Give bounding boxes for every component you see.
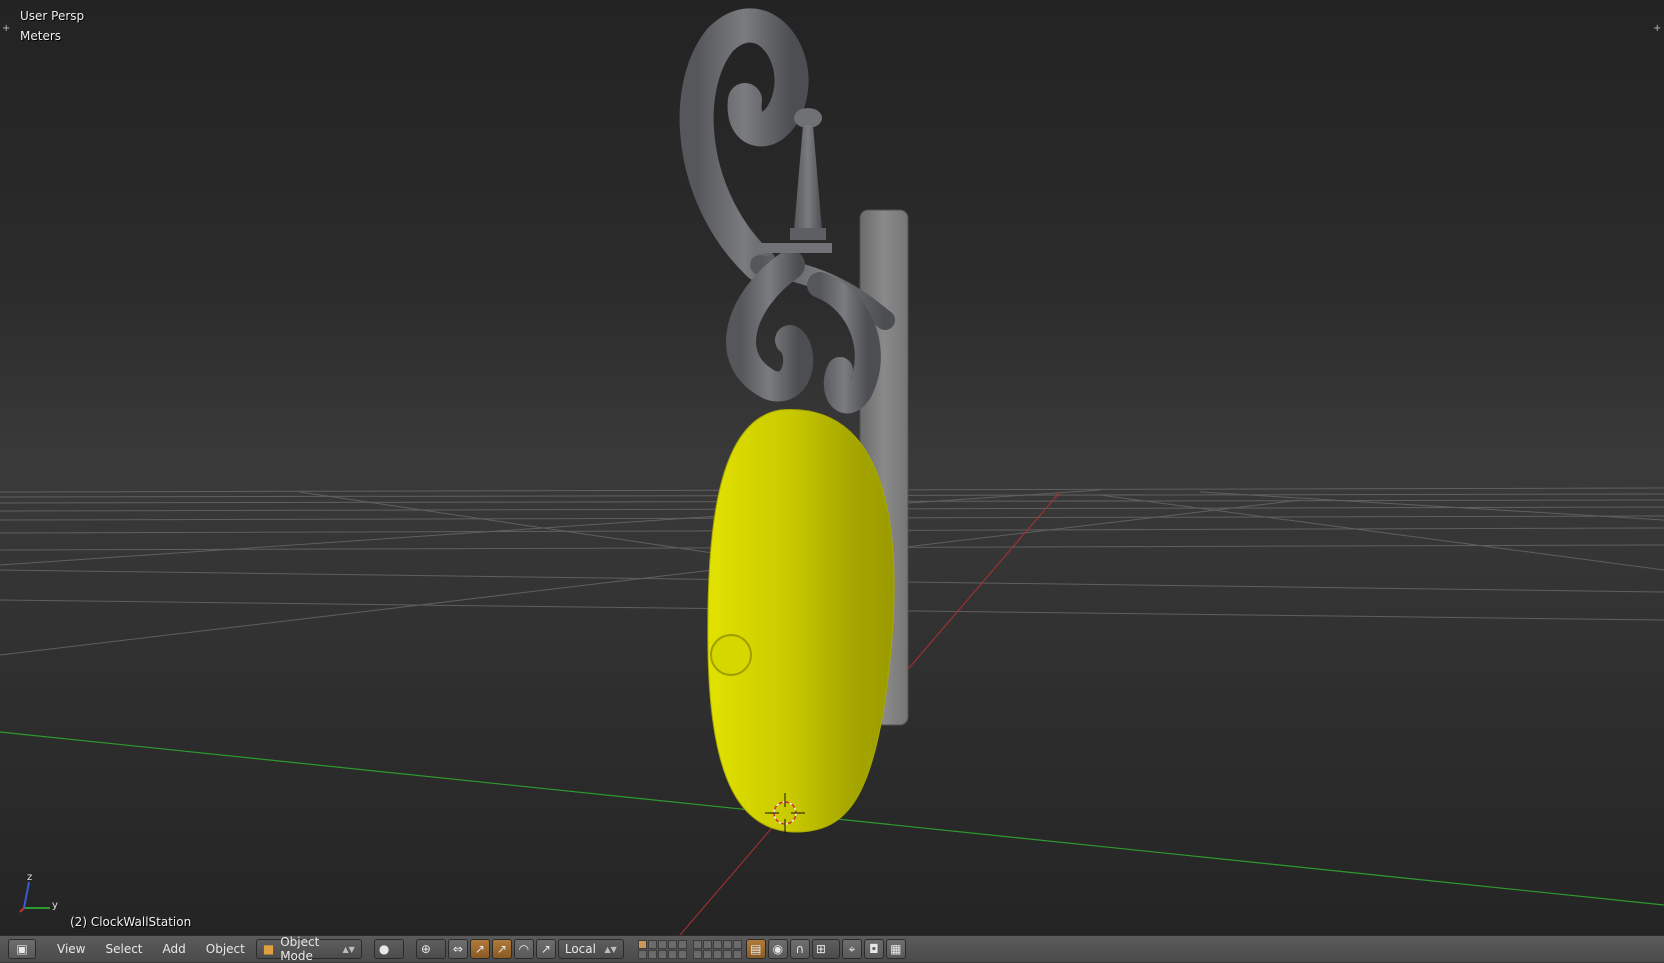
proportional-edit-button[interactable]: ◉ [767,939,788,959]
solid-shading-icon: ● [378,942,390,956]
snap-target-select[interactable]: ⊞ [811,939,840,959]
layer-button[interactable] [667,939,677,949]
layer-button[interactable] [647,949,657,959]
snap-icon: ∩ [795,942,805,956]
layer-button[interactable] [732,949,742,959]
menu-object[interactable]: Object [197,939,254,959]
layer-button[interactable] [647,939,657,949]
scale-icon: ◠ [518,942,530,956]
pivot-select[interactable]: ⊕ [415,939,446,959]
menu-select[interactable]: Select [96,939,151,959]
snap-button[interactable]: ∩ [789,939,810,959]
layer-button[interactable] [722,949,732,959]
scale-extra-toggle[interactable]: ↗ [535,939,556,959]
shading-select[interactable]: ● [373,939,404,959]
scene-layers-b[interactable] [692,939,742,959]
chevron-updown-icon: ▲▼ [604,944,617,954]
layer-button[interactable] [657,939,667,949]
editor-type-button[interactable]: ▣ [8,939,36,959]
manipulator-icon: ⇔ [452,942,463,956]
layer-button[interactable] [677,939,687,949]
layer-button[interactable] [712,949,722,959]
lock-camera-icon: ▤ [750,942,762,956]
layer-button[interactable] [722,939,732,949]
axis-gizmo: y z [19,872,58,913]
3d-view-icon: ▣ [16,942,28,956]
layer-button[interactable] [657,949,667,959]
mode-label: Object Mode [280,935,320,963]
axis-gizmo-y-label: y [52,900,58,911]
layer-button[interactable] [732,939,742,949]
layer-button[interactable] [712,939,722,949]
units-label: Meters [20,29,62,43]
clock-wall-station-selected[interactable] [707,409,895,833]
corner-plus-right-icon[interactable]: + [1653,23,1661,34]
render-anim-icon: ▦ [890,942,902,956]
snap-target-icon: ⊞ [815,942,826,956]
render-anim-button[interactable]: ▦ [885,939,906,959]
layer-button[interactable] [637,949,647,959]
axis-gizmo-z-label: z [27,872,32,883]
bracket [679,8,895,414]
proportional-edit-icon: ◉ [772,942,784,956]
view-label: User Persp [20,9,85,23]
lock-camera-button[interactable]: ▤ [745,939,766,959]
layer-button[interactable] [702,949,712,959]
active-object-label: (2) ClockWallStation [70,915,192,929]
layer-button[interactable] [702,939,712,949]
chevron-updown-icon: ▲▼ [342,944,355,954]
transform-orientation-select[interactable]: Local ▲▼ [557,939,624,959]
layer-button[interactable] [692,939,702,949]
layer-button[interactable] [637,939,647,949]
viewport-header: ▣ View Select Add Object ■ Object Mode ▲… [0,935,1664,963]
render-icon: ◘ [869,942,879,956]
manipulator-toggle[interactable]: ⇔ [447,939,468,959]
snap-element-button[interactable]: ⌖ [841,939,862,959]
rotate-toggle[interactable]: ↗ [491,939,512,959]
pivot-point-icon: ⊕ [420,942,431,956]
layer-button[interactable] [667,949,677,959]
scene-render[interactable]: y z + + [0,0,1664,935]
transform-orientation-label: Local [564,942,596,956]
scale-toggle[interactable]: ◠ [513,939,534,959]
menu-view[interactable]: View [48,939,94,959]
translate-icon: ↗ [474,942,485,956]
translate-toggle[interactable]: ↗ [469,939,490,959]
render-button[interactable]: ◘ [863,939,884,959]
layer-button[interactable] [677,949,687,959]
scene-layers-a[interactable] [637,939,687,959]
scale-arrow-icon: ↗ [540,942,551,956]
corner-plus-left-icon[interactable]: + [2,23,10,34]
mode-select[interactable]: ■ Object Mode ▲▼ [255,935,362,963]
layer-button[interactable] [692,949,702,959]
3d-viewport[interactable]: y z + + User Persp Meters (2) ClockWallS… [0,0,1664,935]
rotate-icon: ↗ [496,942,507,956]
object-mode-cube-icon: ■ [262,942,275,956]
menu-add[interactable]: Add [154,939,195,959]
snap-element-icon: ⌖ [848,941,856,956]
